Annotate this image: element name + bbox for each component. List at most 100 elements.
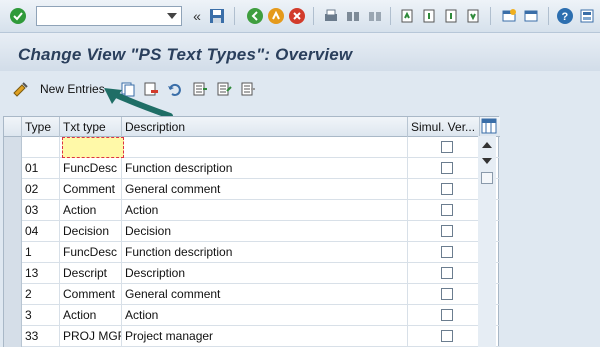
simul-checkbox[interactable] [441,141,453,153]
row-selector[interactable] [4,263,22,284]
txt-type-cell: Comment [60,179,122,200]
simul-checkbox[interactable] [441,330,453,342]
entries-table: Type Txt type Description Simul. Ver... … [3,116,500,347]
command-field[interactable] [36,6,182,26]
select-block-icon[interactable] [216,81,232,97]
table-row[interactable]: 3 Action Action [4,305,500,326]
table-row[interactable]: 01 FuncDesc Function description [4,158,500,179]
last-page-icon[interactable] [464,7,482,25]
simul-checkbox[interactable] [441,246,453,258]
col-description-header[interactable]: Description [122,117,408,137]
simul-checkbox[interactable] [441,183,453,195]
cancel-icon[interactable] [288,7,306,25]
new-session-icon[interactable] [500,7,518,25]
page-title: Change View "PS Text Types": Overview [18,45,353,64]
table-row[interactable]: 04 Decision Decision [4,221,500,242]
description-cell[interactable]: General comment [122,179,408,200]
title-bar: Change View "PS Text Types": Overview [0,33,600,71]
row-selector[interactable] [4,137,22,158]
type-cell[interactable] [22,137,60,158]
simul-checkbox[interactable] [441,225,453,237]
row-selector[interactable] [4,200,22,221]
txt-type-input[interactable] [62,137,124,158]
customize-icon[interactable] [578,7,596,25]
simul-checkbox[interactable] [441,288,453,300]
next-page-icon[interactable] [442,7,460,25]
scroll-up-icon[interactable] [482,142,492,148]
row-selector[interactable] [4,284,22,305]
row-selector[interactable] [4,242,22,263]
table-row[interactable]: 33 PROJ MGR Project manager [4,326,500,347]
type-cell: 3 [22,305,60,326]
check-icon[interactable] [9,7,27,25]
table-row[interactable]: 03 Action Action [4,200,500,221]
type-cell: 04 [22,221,60,242]
col-type-header[interactable]: Type [22,117,60,137]
type-cell: 02 [22,179,60,200]
col-simul-header[interactable]: Simul. Ver... [408,117,480,137]
row-selector[interactable] [4,158,22,179]
txt-type-cell: Comment [60,284,122,305]
row-selector[interactable] [4,221,22,242]
simul-checkbox[interactable] [441,204,453,216]
description-cell[interactable] [122,137,408,158]
print-icon[interactable] [322,7,340,25]
description-cell[interactable]: General comment [122,284,408,305]
vertical-scrollbar[interactable] [478,136,496,347]
txt-type-cell: Action [60,200,122,221]
type-cell: 1 [22,242,60,263]
row-selector[interactable] [4,179,22,200]
select-all-icon[interactable] [192,81,208,97]
description-cell[interactable]: Project manager [122,326,408,347]
new-entries-button[interactable]: New Entries [40,82,105,96]
scroll-thumb[interactable] [481,172,493,184]
type-cell: 13 [22,263,60,284]
col-txt-type-header[interactable]: Txt type [60,117,122,137]
table-header: Type Txt type Description Simul. Ver... [4,117,500,137]
display-change-icon[interactable] [12,81,28,97]
txt-type-cell: Decision [60,221,122,242]
shortcut-icon[interactable] [522,7,540,25]
save-icon[interactable] [208,7,226,25]
type-cell: 33 [22,326,60,347]
table-settings-icon[interactable] [481,118,497,134]
find-next-icon[interactable] [366,7,384,25]
row-selector[interactable] [4,326,22,347]
txt-type-cell: FuncDesc [60,158,122,179]
description-cell[interactable]: Action [122,200,408,221]
application-toolbar: New Entries [0,74,600,104]
table-row[interactable] [4,137,500,158]
simul-checkbox[interactable] [441,309,453,321]
simul-checkbox[interactable] [441,162,453,174]
type-cell: 01 [22,158,60,179]
description-cell[interactable]: Description [122,263,408,284]
back-icon[interactable] [246,7,264,25]
exit-icon[interactable] [267,7,285,25]
scroll-down-icon[interactable] [482,158,492,164]
description-cell[interactable]: Function description [122,242,408,263]
system-toolbar: « ? [0,0,600,33]
first-page-icon[interactable] [398,7,416,25]
txt-type-cell: PROJ MGR [60,326,122,347]
help-icon[interactable]: ? [556,7,574,25]
select-all-column[interactable] [4,117,22,137]
txt-type-cell: FuncDesc [60,242,122,263]
prev-page-icon[interactable] [420,7,438,25]
table-row[interactable]: 02 Comment General comment [4,179,500,200]
txt-type-cell: Descript [60,263,122,284]
table-row[interactable]: 13 Descript Description [4,263,500,284]
row-selector[interactable] [4,305,22,326]
chevron-down-icon[interactable] [167,13,177,19]
find-icon[interactable] [344,7,362,25]
simul-checkbox[interactable] [441,267,453,279]
description-cell[interactable]: Decision [122,221,408,242]
description-cell[interactable]: Function description [122,158,408,179]
svg-text:?: ? [562,11,569,23]
table-row[interactable]: 2 Comment General comment [4,284,500,305]
double-left-icon[interactable]: « [188,7,206,25]
type-cell: 2 [22,284,60,305]
txt-type-cell: Action [60,305,122,326]
deselect-all-icon[interactable] [240,81,256,97]
table-row[interactable]: 1 FuncDesc Function description [4,242,500,263]
description-cell[interactable]: Action [122,305,408,326]
